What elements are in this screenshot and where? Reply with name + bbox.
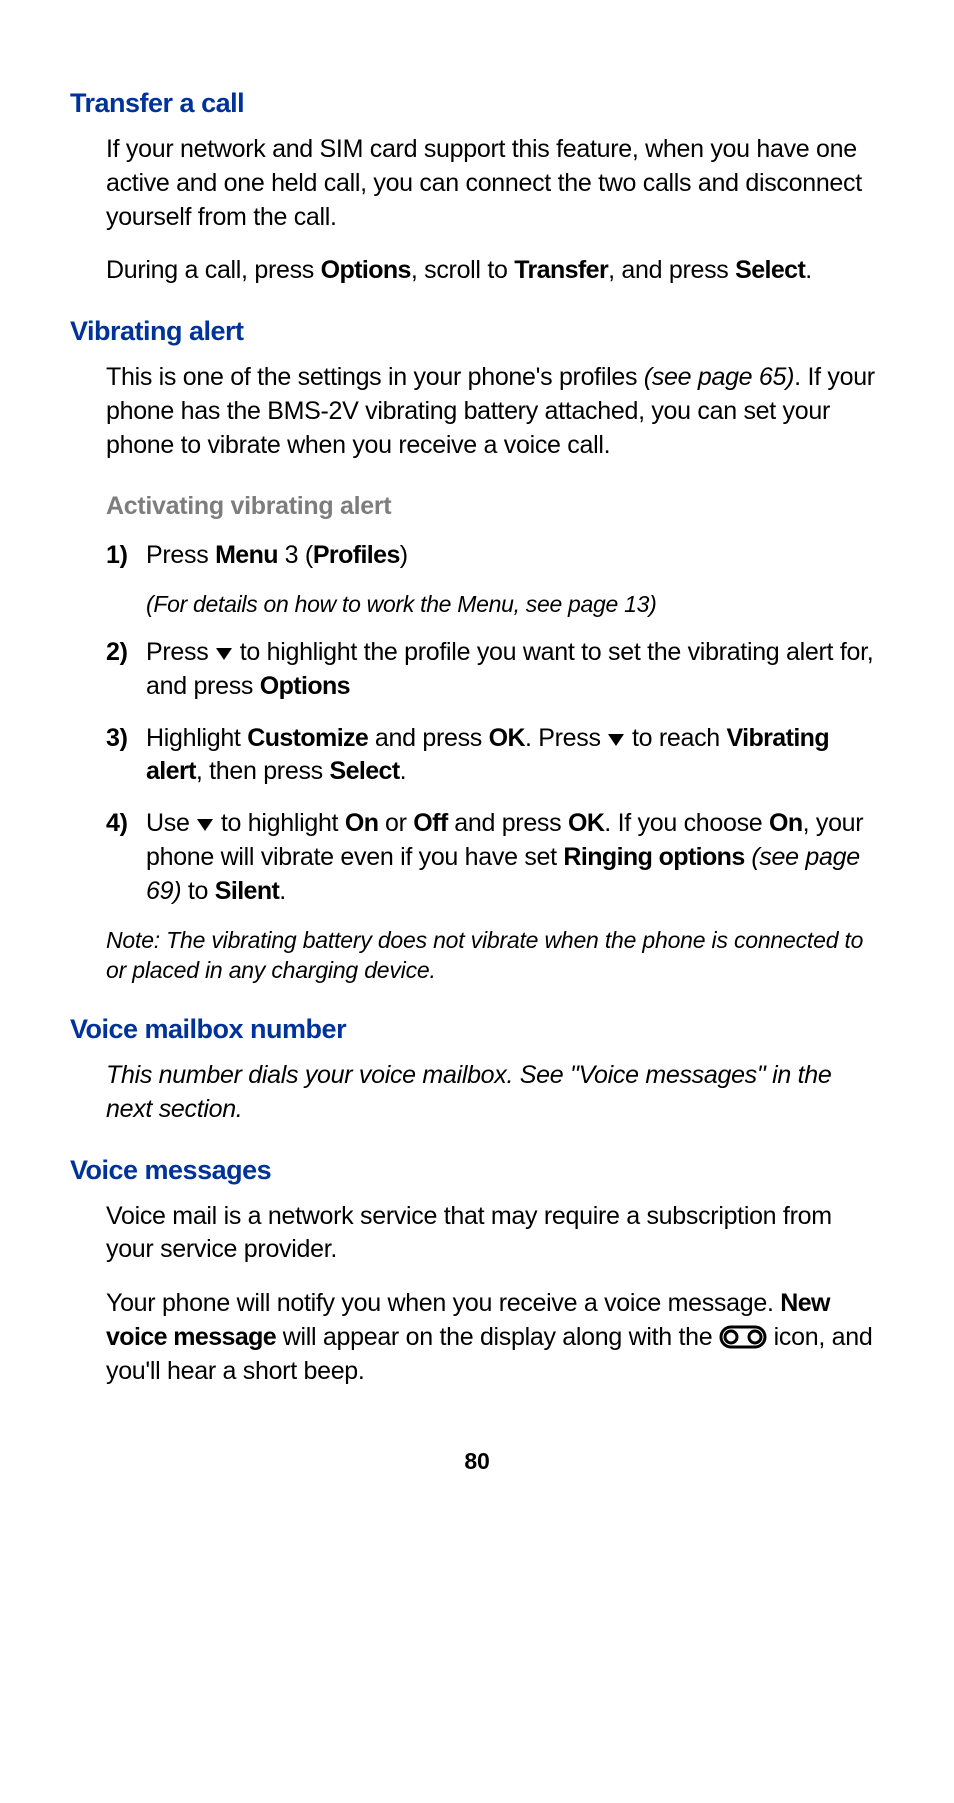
page-number: 80: [70, 1448, 884, 1475]
heading-vibrating: Vibrating alert: [70, 316, 884, 347]
transfer-paragraph-1: If your network and SIM card support thi…: [106, 133, 884, 234]
step-1-note: (For details on how to work the Menu, se…: [146, 591, 884, 618]
down-arrow-icon: [215, 647, 233, 661]
voicemail-tape-icon: [719, 1325, 767, 1349]
step-4: 4) Use to highlight On or Off and press …: [106, 807, 884, 908]
down-arrow-icon: [607, 733, 625, 747]
down-arrow-icon: [196, 818, 214, 832]
subheading-activating: Activating vibrating alert: [106, 492, 884, 521]
voicemsg-paragraph-1: Voice mail is a network service that may…: [106, 1200, 884, 1268]
mailbox-paragraph-1: This number dials your voice mailbox. Se…: [106, 1059, 884, 1127]
heading-transfer: Transfer a call: [70, 88, 884, 119]
transfer-paragraph-2: During a call, press Options, scroll to …: [106, 254, 884, 288]
heading-mailbox: Voice mailbox number: [70, 1014, 884, 1045]
step-3: 3) Highlight Customize and press OK. Pre…: [106, 722, 884, 790]
heading-voicemsg: Voice messages: [70, 1155, 884, 1186]
voicemsg-paragraph-2: Your phone will notify you when you rece…: [106, 1287, 884, 1388]
vibrating-note: Note: The vibrating battery does not vib…: [106, 926, 884, 986]
step-2: 2) Press to highlight the profile you wa…: [106, 636, 884, 704]
vibrating-paragraph-1: This is one of the settings in your phon…: [106, 361, 884, 462]
step-1: 1) Press Menu 3 (Profiles): [106, 539, 884, 573]
